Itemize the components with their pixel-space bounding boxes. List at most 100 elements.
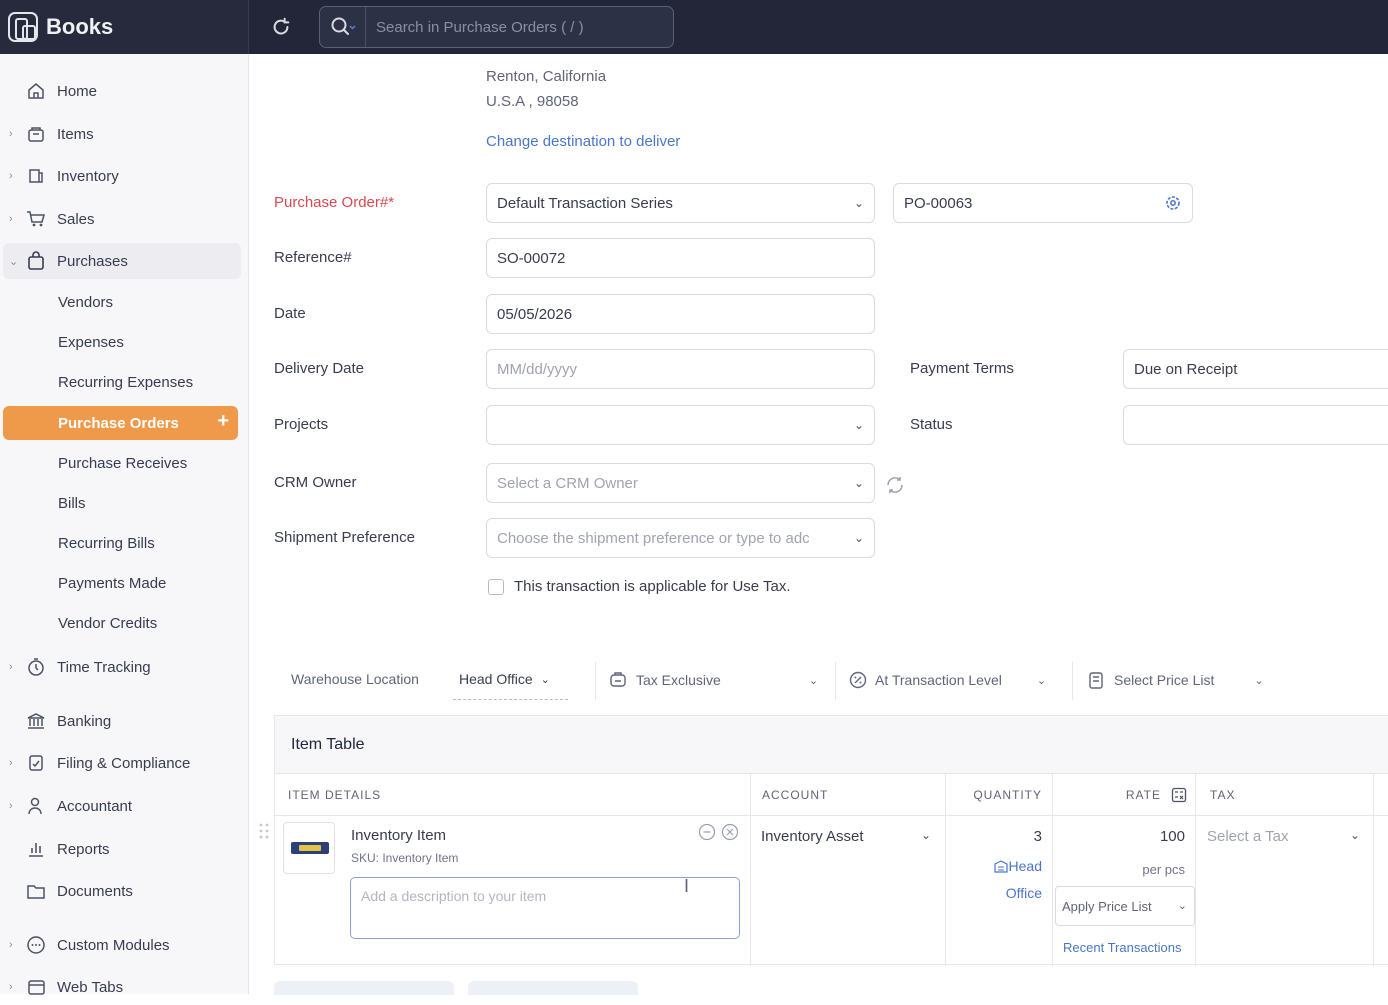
change-destination-link[interactable]: Change destination to deliver <box>486 133 680 150</box>
add-row-button[interactable] <box>274 981 454 995</box>
reference-input[interactable]: SO-00072 <box>486 238 875 278</box>
add-purchase-order-button[interactable]: + <box>217 410 229 433</box>
sidebar-subitem-recurring-bills[interactable]: Recurring Bills <box>58 535 155 552</box>
chevron-down-icon: ⌄ <box>9 255 19 268</box>
shipment-preference-label: Shipment Preference <box>274 529 415 546</box>
tax-placeholder: Select a Tax <box>1207 828 1289 845</box>
chevron-down-icon: ⌄ <box>921 828 932 842</box>
search-input[interactable]: Search in Purchase Orders ( / ) <box>366 19 584 36</box>
sidebar-item-time-tracking[interactable]: › Time Tracking <box>0 649 249 685</box>
clock-icon <box>26 657 46 677</box>
delivery-date-input[interactable]: MM/dd/yyyy <box>486 349 875 389</box>
transaction-series-select[interactable]: Default Transaction Series ⌄ <box>486 183 875 223</box>
use-tax-checkbox[interactable] <box>488 579 504 595</box>
sidebar-subitem-purchase-orders[interactable]: Purchase Orders + <box>3 406 238 440</box>
account-cell[interactable]: Inventory Asset ⌄ <box>751 816 946 966</box>
item-description-input[interactable]: Add a description to your item <box>350 877 740 939</box>
search-bar[interactable]: Search in Purchase Orders ( / ) <box>319 6 674 48</box>
projects-select[interactable]: ⌄ <box>486 405 875 445</box>
more-options-icon[interactable] <box>698 823 716 841</box>
quantity-value: 3 <box>1033 828 1042 845</box>
recent-transactions-link[interactable]: Recent Transactions <box>1063 940 1182 955</box>
item-table-title: Item Table <box>291 736 365 753</box>
modules-icon <box>26 935 46 955</box>
sidebar-subitem-vendors[interactable]: Vendors <box>58 294 113 311</box>
calculator-icon[interactable] <box>1171 787 1187 803</box>
sidebar-item-inventory[interactable]: › Inventory <box>0 158 249 194</box>
chevron-down-icon: ⌄ <box>808 674 819 687</box>
column-header-item-details: ITEM DETAILS <box>275 774 751 816</box>
status-field[interactable] <box>1123 405 1388 445</box>
item-name[interactable]: Inventory Item <box>351 827 446 844</box>
chevron-right-icon: › <box>9 128 13 140</box>
search-icon[interactable] <box>320 7 366 47</box>
account-value: Inventory Asset <box>761 828 864 845</box>
crm-owner-select[interactable]: Select a CRM Owner ⌄ <box>486 463 875 503</box>
sync-icon[interactable] <box>884 474 906 496</box>
shipment-preference-select[interactable]: Choose the shipment preference or type t… <box>486 518 875 558</box>
tax-mode-select[interactable]: Tax Exclusive ⌄ <box>609 671 818 689</box>
sidebar-item-items[interactable]: › Items <box>0 116 249 152</box>
gear-icon[interactable] <box>1164 194 1182 212</box>
sidebar-item-home[interactable]: Home <box>0 73 249 109</box>
sidebar-subitem-bills[interactable]: Bills <box>58 495 86 512</box>
chevron-down-icon: ⌄ <box>1036 674 1047 687</box>
item-image[interactable] <box>283 822 335 874</box>
sidebar-item-sales[interactable]: › Sales <box>0 201 249 237</box>
sidebar-subitem-payments-made[interactable]: Payments Made <box>58 575 166 592</box>
crm-owner-label: CRM Owner <box>274 474 357 491</box>
payment-terms-select[interactable]: Due on Receipt <box>1123 349 1388 389</box>
chevron-down-icon: ⌄ <box>540 673 550 686</box>
rate-cell[interactable]: 100 per pcs Apply Price List ⌄ Recent Tr… <box>1053 816 1196 966</box>
text-cursor-icon: I <box>684 876 690 896</box>
quantity-cell[interactable]: 3 Head Office <box>946 816 1053 966</box>
apply-price-list-value: Apply Price List <box>1062 898 1152 914</box>
remove-item-icon[interactable] <box>721 823 739 841</box>
sidebar-item-purchases[interactable]: ⌄ Purchases <box>3 243 241 279</box>
warehouse-location-value: Head Office <box>459 671 533 687</box>
sidebar-item-banking[interactable]: Banking <box>0 703 249 739</box>
apply-price-list-select[interactable]: Apply Price List ⌄ <box>1055 886 1195 926</box>
warehouse-location-select[interactable]: Head Office ⌄ <box>459 671 550 687</box>
sidebar-item-label: Web Tabs <box>57 978 124 996</box>
date-input[interactable]: 05/05/2026 <box>486 294 875 334</box>
filing-icon <box>26 753 46 773</box>
sidebar-item-filing-compliance[interactable]: › Filing & Compliance <box>0 745 249 781</box>
sidebar-item-documents[interactable]: Documents <box>0 873 249 909</box>
chevron-down-icon: ⌄ <box>1350 828 1361 842</box>
purchase-order-number-field[interactable]: PO-00063 <box>893 183 1193 223</box>
chevron-right-icon: › <box>9 939 13 951</box>
sidebar-item-web-tabs[interactable]: › Web Tabs <box>0 969 249 1005</box>
location-line[interactable]: Office <box>1006 885 1042 901</box>
item-brand-logo <box>291 842 329 854</box>
price-list-select[interactable]: Select Price List ⌄ <box>1088 671 1264 689</box>
sidebar-item-reports[interactable]: Reports <box>0 831 249 867</box>
sidebar-subitem-purchase-receives[interactable]: Purchase Receives <box>58 455 187 472</box>
sidebar-subitem-vendor-credits[interactable]: Vendor Credits <box>58 615 157 632</box>
chevron-down-icon: ⌄ <box>853 196 864 210</box>
sidebar-subitem-recurring-expenses[interactable]: Recurring Expenses <box>58 374 193 391</box>
sidebar-item-label: Filing & Compliance <box>57 754 191 772</box>
column-header-extra <box>1374 774 1388 816</box>
refresh-icon[interactable] <box>270 16 292 38</box>
warehouse-underline <box>453 699 568 700</box>
app-name: Books <box>46 14 114 39</box>
location-link-head[interactable]: Head <box>993 858 1042 874</box>
column-header-tax: TAX <box>1196 774 1374 816</box>
sidebar-item-accountant[interactable]: › Accountant <box>0 788 249 824</box>
add-items-in-bulk-button[interactable] <box>468 981 638 995</box>
tax-cell[interactable]: Select a Tax ⌄ <box>1196 816 1374 966</box>
chevron-right-icon: › <box>9 757 13 769</box>
warehouse-icon <box>993 860 1008 873</box>
sidebar-item-custom-modules[interactable]: › Custom Modules <box>0 927 249 963</box>
webtab-icon <box>26 977 46 997</box>
sidebar-subitem-expenses[interactable]: Expenses <box>58 334 124 351</box>
drag-handle-icon[interactable] <box>258 822 270 842</box>
item-sku: SKU: Inventory Item <box>351 851 459 865</box>
discount-level-select[interactable]: At Transaction Level ⌄ <box>849 671 1046 689</box>
brand[interactable]: Books <box>0 0 249 54</box>
item-details-cell: Inventory Item SKU: Inventory Item Add a… <box>275 816 751 966</box>
sidebar-item-label: Purchases <box>57 252 128 270</box>
cart-icon <box>26 209 46 229</box>
item-table-header: Item Table <box>275 716 1388 774</box>
